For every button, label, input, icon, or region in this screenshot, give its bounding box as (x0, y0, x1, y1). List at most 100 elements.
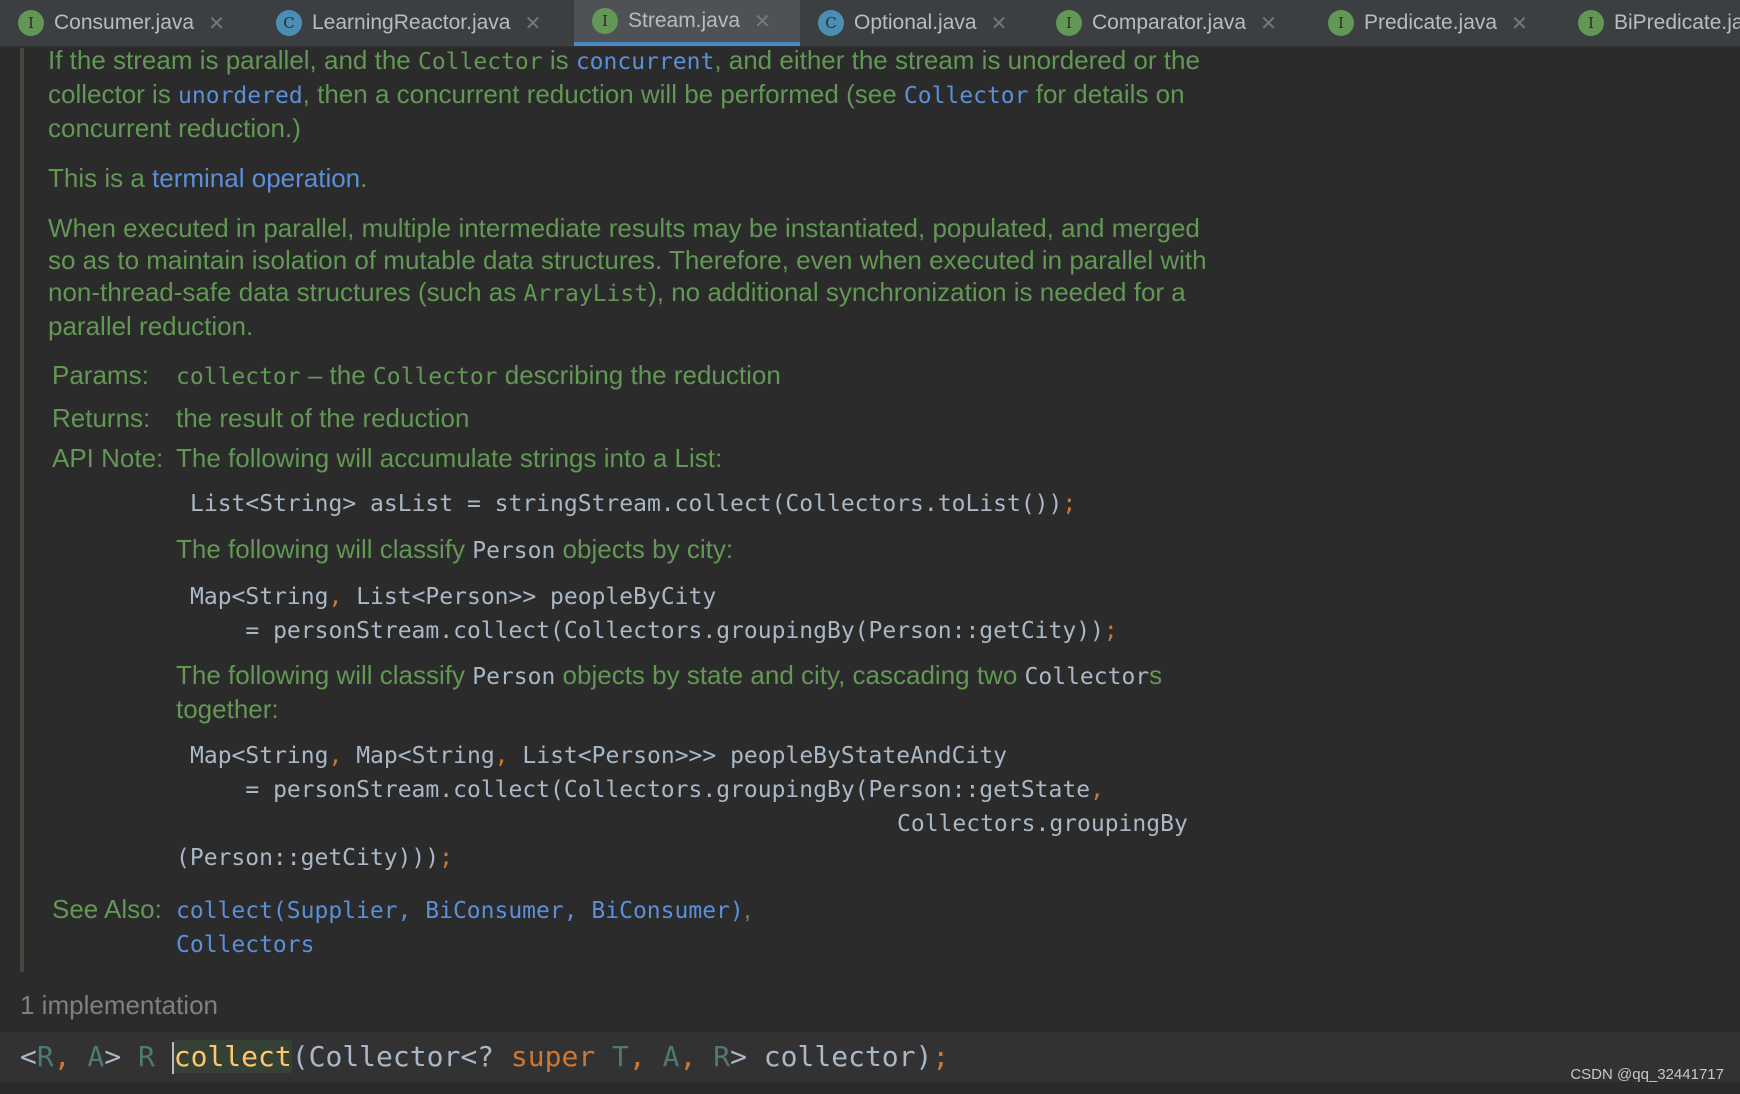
doc-text: This is a (48, 163, 153, 193)
close-icon[interactable]: ✕ (208, 11, 225, 36)
tab-label: LearningReactor.java (312, 11, 511, 34)
close-icon[interactable]: ✕ (1511, 11, 1528, 36)
doc-text: List<Person>>> peopleByStateAndCity (508, 743, 1008, 769)
doc-link[interactable]: unordered (178, 83, 303, 109)
tab-label: BiPredicate.java (1614, 11, 1740, 34)
interface-icon: I (18, 10, 44, 36)
doc-line: The following will classify Person objec… (176, 533, 733, 568)
doc-link[interactable]: Collectors (176, 932, 314, 958)
sig-token: super (510, 1040, 596, 1073)
doc-text: The following will accumulate strings in… (176, 443, 723, 473)
close-icon[interactable]: ✕ (524, 11, 541, 36)
doc-line: This is a terminal operation. (48, 162, 367, 195)
doc-line: collector is unordered, then a concurren… (48, 78, 1185, 113)
doc-text: The following will classify (176, 534, 473, 564)
doc-text: together: (176, 694, 279, 724)
close-icon[interactable]: ✕ (991, 11, 1008, 36)
sig-token: > collector) (730, 1040, 933, 1073)
doc-text: , (328, 584, 343, 610)
interface-icon: I (1578, 10, 1604, 36)
sig-token: R (36, 1040, 54, 1073)
close-icon[interactable]: ✕ (754, 9, 771, 34)
doc-link[interactable]: collect(Supplier, BiConsumer, BiConsumer… (176, 898, 744, 924)
method-name[interactable]: collect (173, 1040, 292, 1073)
doc-line: Collectors (176, 927, 314, 962)
doc-text: ; (1062, 491, 1077, 517)
tab-predicate[interactable]: I Predicate.java ✕ (1310, 0, 1560, 46)
sig-token: , (628, 1040, 646, 1073)
returns-label: Returns: (52, 403, 151, 433)
sig-token: ; (932, 1040, 950, 1073)
sig-token: R (138, 1040, 172, 1073)
doc-link[interactable]: terminal operation (152, 163, 360, 193)
doc-link[interactable]: concurrent (576, 49, 714, 75)
doc-text: the result of the reduction (176, 403, 470, 433)
doc-text: ; (1103, 618, 1118, 644)
class-run-icon: C (276, 10, 302, 36)
doc-line: parallel reduction. (48, 310, 253, 343)
doc-text: , then a concurrent reduction will be pe… (302, 79, 904, 109)
tab-bipredicate[interactable]: I BiPredicate.java (1560, 0, 1740, 46)
doc-text: , (328, 743, 343, 769)
doc-text: ; (439, 845, 453, 871)
close-icon[interactable]: ✕ (1260, 11, 1277, 36)
doc-text: , and either the stream is unordered or … (714, 45, 1200, 75)
doc-text: , (743, 894, 751, 924)
implementations-link[interactable]: 1 implementation (20, 990, 218, 1021)
doc-line: Map<String, List<Person>> peopleByCity (190, 579, 716, 614)
doc-text: describing the reduction (497, 360, 781, 390)
doc-text: If the stream is parallel, and the (48, 45, 418, 75)
tab-label: Stream.java (628, 9, 741, 32)
doc-line: If the stream is parallel, and the Colle… (48, 44, 1200, 79)
doc-text: The following will classify (176, 660, 473, 690)
class-icon: C (818, 10, 844, 36)
watermark: CSDN @qq_32441717 (1570, 1066, 1724, 1083)
doc-text: Collector (417, 49, 543, 75)
sig-token: (Collector<? (291, 1040, 511, 1073)
doc-text: is (542, 45, 576, 75)
tab-stream[interactable]: I Stream.java ✕ (574, 0, 800, 46)
sig-token: A (645, 1040, 680, 1073)
doc-text: Map<String (190, 743, 329, 769)
doc-line: together: (176, 693, 279, 726)
tab-label: Consumer.java (54, 11, 195, 34)
doc-text: When executed in parallel, multiple inte… (48, 213, 1200, 243)
tab-comparator[interactable]: I Comparator.java ✕ (1038, 0, 1310, 46)
doc-line: = personStream.collect(Collectors.groupi… (190, 613, 1118, 648)
doc-link[interactable]: Collector (904, 83, 1029, 109)
params-label: Params: (52, 360, 149, 390)
tab-label: Predicate.java (1364, 11, 1498, 34)
doc-text: – the (300, 360, 373, 390)
doc-line: (Person::getCity))); (176, 840, 453, 875)
doc-text: Collectors.groupingBy (897, 811, 1188, 837)
doc-line: non-thread-safe data structures (such as… (48, 276, 1186, 311)
tab-learningreactor[interactable]: C LearningReactor.java ✕ (258, 0, 574, 46)
doc-text: Collector (372, 364, 498, 390)
doc-line: The following will classify Person objec… (176, 659, 1162, 694)
doc-line: When executed in parallel, multiple inte… (48, 212, 1200, 245)
tab-optional[interactable]: C Optional.java ✕ (800, 0, 1038, 46)
doc-text: ArrayList (523, 281, 649, 307)
sig-token: A (70, 1040, 105, 1073)
sig-token: < (20, 1040, 37, 1073)
interface-icon: I (592, 8, 618, 34)
doc-text: = personStream.collect(Collectors.groupi… (190, 618, 1104, 644)
doc-text: objects by city: (555, 534, 734, 564)
doc-left-border (20, 48, 24, 972)
doc-line: the result of the reduction (176, 402, 469, 435)
doc-text: collector is (48, 79, 179, 109)
tab-consumer[interactable]: I Consumer.java ✕ (0, 0, 258, 46)
doc-text: (Person::getCity))) (176, 845, 440, 871)
see-also-label: See Also: (52, 894, 162, 924)
doc-text: parallel reduction. (48, 311, 254, 341)
doc-text: objects by state and city, cascading two (555, 660, 1025, 690)
interface-icon: I (1056, 10, 1082, 36)
doc-text: non-thread-safe data structures (such as (48, 277, 524, 307)
doc-text: for details on (1028, 79, 1185, 109)
doc-text: ), no additional synchronization is need… (648, 277, 1186, 307)
sig-token: R (696, 1040, 731, 1073)
doc-text: Collector (1024, 664, 1150, 690)
doc-text: Map<String (342, 743, 495, 769)
doc-text: = personStream.collect(Collectors.groupi… (190, 777, 1091, 803)
doc-line: concurrent reduction.) (48, 112, 301, 145)
